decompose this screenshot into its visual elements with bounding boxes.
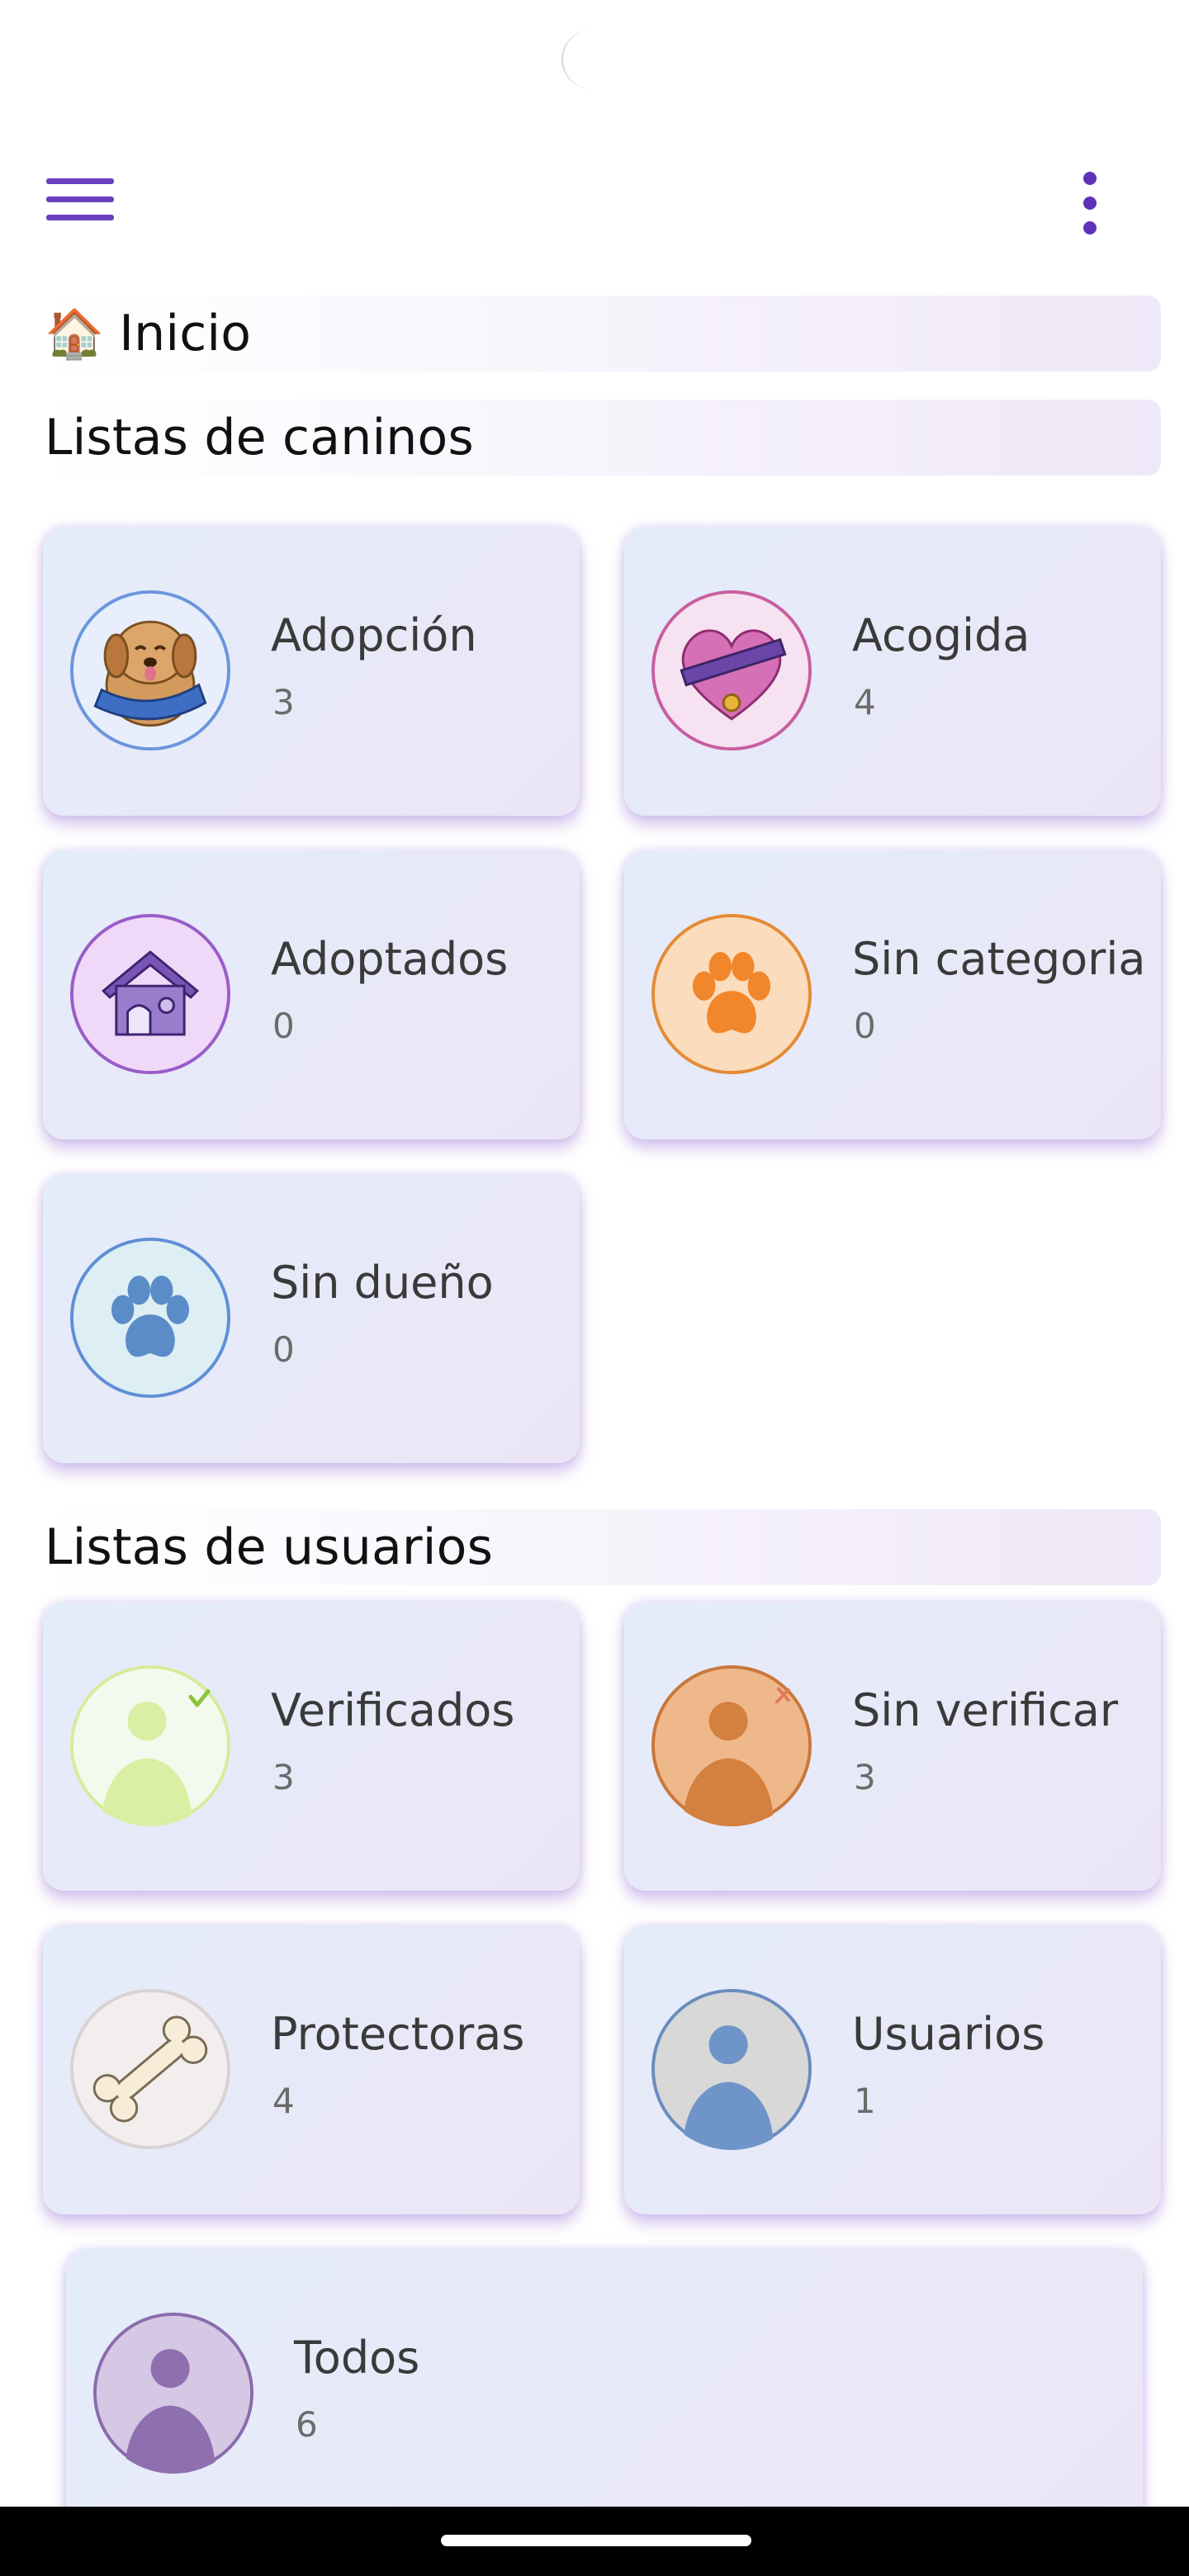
card-count: 3 [854,1757,876,1797]
user-lists-section-header: Listas de usuarios [43,1509,1161,1585]
card-todos[interactable]: Todos 6 [66,2249,1143,2538]
page-title: Inicio [119,305,252,362]
card-count: 4 [854,682,876,722]
card-protectoras[interactable]: Protectoras 4 [43,1925,580,2214]
card-count: 6 [296,2404,318,2445]
dog-with-scarf-icon [69,590,231,751]
card-adoptados[interactable]: Adoptados 0 [43,850,580,1139]
card-label: Sin categoria [852,933,1146,985]
card-count: 3 [272,682,295,722]
card-count: 4 [272,2081,295,2121]
card-count: 1 [854,2081,876,2121]
heart-collar-icon [651,590,812,751]
card-label: Verificados [271,1684,515,1736]
verified-user-icon [69,1664,231,1826]
card-label: Usuarios [852,2008,1045,2060]
card-label: Sin verificar [852,1684,1119,1736]
all-users-icon [92,2312,254,2474]
unverified-user-icon [651,1664,812,1826]
page-title-bar: 🏠 Inicio [43,296,1161,372]
bone-icon [69,1988,231,2150]
camera-cutout [561,30,623,89]
card-label: Acogida [852,609,1030,661]
card-count: 3 [272,1757,295,1797]
section-title: Listas de usuarios [45,1518,494,1576]
card-label: Sin dueño [271,1257,494,1309]
card-sin-dueno[interactable]: Sin dueño 0 [43,1174,580,1463]
orange-paw-icon [651,913,812,1075]
card-label: Adoptados [271,933,509,985]
card-sin-verificar[interactable]: Sin verificar 3 [624,1602,1161,1891]
card-verificados[interactable]: Verificados 3 [43,1602,580,1891]
card-adopcion[interactable]: Adopción 3 [43,527,580,816]
card-label: Todos [294,2332,420,2384]
blue-paw-icon [69,1237,231,1399]
house-icon: 🏠 [45,305,105,362]
dog-house-icon [69,913,231,1075]
dog-lists-section-header: Listas de caninos [43,400,1161,476]
home-gesture-handle[interactable] [441,2535,751,2546]
more-options-icon[interactable] [1073,170,1106,236]
card-count: 0 [854,1006,876,1046]
user-icon [651,1988,812,2150]
card-sin-categoria[interactable]: Sin categoria 0 [624,850,1161,1139]
card-label: Adopción [271,609,477,661]
card-count: 0 [272,1006,295,1046]
card-acogida[interactable]: Acogida 4 [624,527,1161,816]
hamburger-menu-icon[interactable] [46,173,116,225]
section-title: Listas de caninos [45,409,474,466]
card-usuarios[interactable]: Usuarios 1 [624,1925,1161,2214]
card-label: Protectoras [271,2008,525,2060]
card-count: 0 [272,1329,295,1370]
